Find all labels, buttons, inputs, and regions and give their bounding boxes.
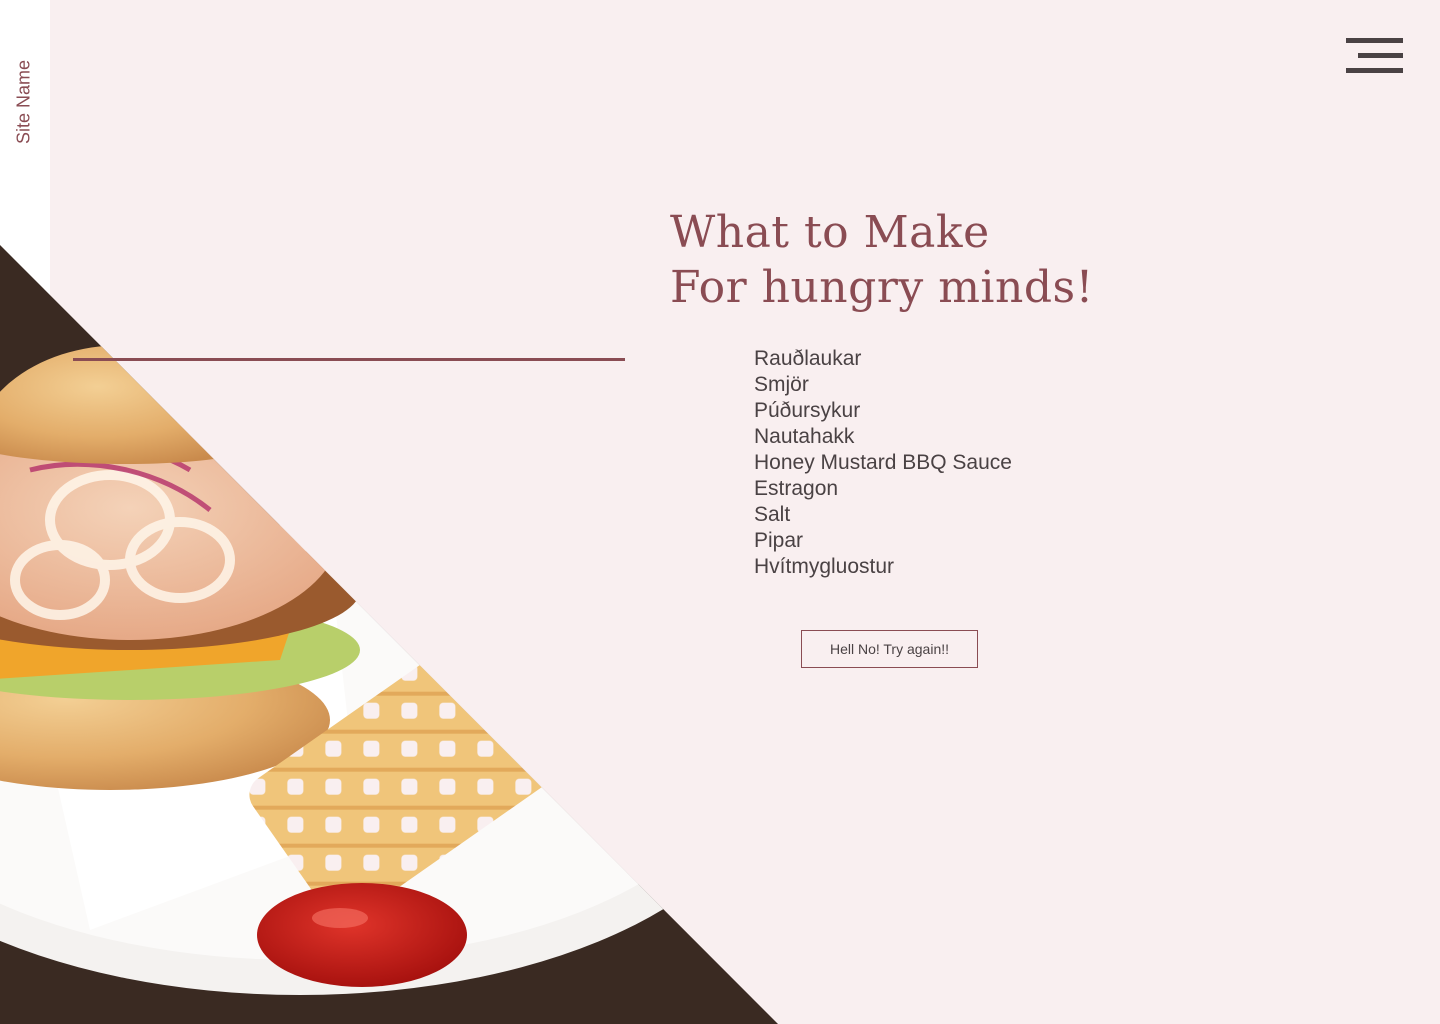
ingredient-item: Honey Mustard BBQ Sauce — [754, 451, 1012, 474]
site-name[interactable]: Site Name — [14, 60, 35, 144]
ingredient-item: Púðursykur — [754, 399, 861, 422]
section-divider — [73, 358, 625, 361]
ingredient-item: Salt — [754, 503, 791, 526]
ingredient-item: Estragon — [754, 477, 839, 500]
menu-bar-middle — [1358, 53, 1403, 58]
menu-bar-top — [1346, 38, 1403, 43]
hero-food-image — [0, 245, 778, 1024]
ingredient-item: Pipar — [754, 529, 804, 552]
hamburger-menu-button[interactable] — [1344, 36, 1404, 76]
ingredient-list: Rauðlaukar Smjör Púðursykur Nautahakk Ho… — [754, 346, 1012, 580]
page-title-line-2: For hungry minds! — [670, 262, 1094, 313]
page-title-line-1: What to Make — [670, 207, 990, 258]
ingredient-item: Hvítmygluostur — [754, 555, 895, 578]
try-again-button[interactable]: Hell No! Try again!! — [801, 630, 978, 668]
ingredient-item: Smjör — [754, 373, 809, 396]
menu-bar-bottom — [1346, 68, 1403, 73]
page-title: What to Make For hungry minds! — [670, 205, 1094, 315]
ingredient-item: Rauðlaukar — [754, 347, 862, 370]
ingredient-item: Nautahakk — [754, 425, 855, 448]
